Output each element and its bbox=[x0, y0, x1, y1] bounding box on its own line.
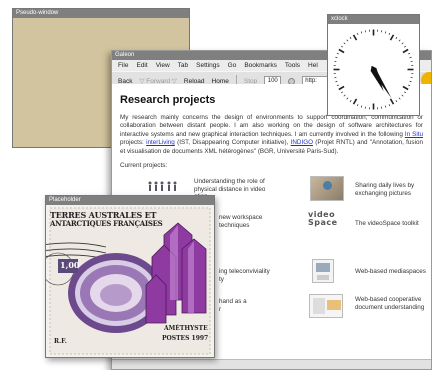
clock-minute-tick bbox=[340, 91, 343, 94]
clock-minute-tick bbox=[395, 100, 398, 103]
cooperative-doc-thumbnail[interactable] bbox=[309, 294, 343, 318]
project-right-2[interactable]: The videoSpace toolkit bbox=[355, 220, 430, 228]
clock-face bbox=[333, 29, 414, 110]
project-right-4[interactable]: Web-based cooperative document understan… bbox=[355, 296, 432, 311]
project-left-4[interactable]: hand as a r bbox=[219, 298, 289, 313]
project-left-2-text-b: techniques bbox=[219, 221, 250, 229]
clock-minute-tick bbox=[401, 94, 404, 97]
xclock-window[interactable]: xclock bbox=[327, 14, 420, 116]
clock-hour-tick bbox=[402, 85, 409, 91]
clock-minute-tick bbox=[346, 39, 349, 42]
clock-minute-tick bbox=[349, 100, 352, 103]
videospace-logo[interactable]: video Space bbox=[308, 211, 344, 227]
project-left-3-text-b: ty bbox=[219, 275, 224, 283]
clock-minute-tick bbox=[336, 84, 339, 87]
clock-minute-tick bbox=[388, 32, 391, 35]
placeholder-window[interactable]: Placeholder TERRES AUSTRALES ET ANTARCTI… bbox=[45, 195, 215, 358]
clock-minute-tick bbox=[398, 97, 401, 100]
project-left-2-text: new workspace bbox=[219, 214, 263, 221]
project-left-2[interactable]: new workspace techniques bbox=[219, 214, 289, 229]
project-right-1[interactable]: Sharing daily lives by exchanging pictur… bbox=[355, 182, 430, 197]
project-right-3[interactable]: Web-based mediaspaces bbox=[355, 268, 430, 276]
clock-minute-tick bbox=[360, 105, 363, 108]
project-left-1-text: Understanding the role of physical dista… bbox=[194, 178, 266, 193]
link-insitu[interactable]: In Situ bbox=[405, 131, 423, 138]
clock-minute-tick bbox=[340, 45, 343, 48]
intro-text-2: projects: bbox=[120, 139, 147, 147]
intro-text-3: (IST, Disappearing Computer initiative), bbox=[174, 139, 291, 147]
doc-page bbox=[313, 298, 325, 314]
link-indigo[interactable]: INDIGO bbox=[291, 139, 313, 146]
clock-minute-tick bbox=[384, 105, 387, 108]
clock-minute-tick bbox=[349, 36, 352, 39]
clock-hour-tick bbox=[389, 34, 395, 41]
clock-minute-tick bbox=[408, 84, 411, 87]
sharing-photo-thumbnail[interactable] bbox=[310, 176, 344, 201]
clock-minute-tick bbox=[384, 31, 387, 34]
stamp-postes: POSTES 1997 bbox=[162, 335, 209, 342]
stamp-title-2: ANTARCTIQUES FRANÇAISES bbox=[50, 219, 163, 228]
project-left-4-text: hand as a bbox=[219, 298, 247, 305]
clock-minute-tick bbox=[343, 42, 346, 45]
project-left-3[interactable]: ing teleconviviality ty bbox=[219, 268, 299, 283]
clock-hour-hand bbox=[370, 65, 384, 92]
mediaspace-thumbnail[interactable] bbox=[312, 259, 334, 283]
menu-tab[interactable]: Tab bbox=[178, 62, 188, 69]
clock-hour-tick bbox=[389, 98, 395, 105]
menu-bookmarks[interactable]: Bookmarks bbox=[244, 62, 277, 69]
menu-edit[interactable]: Edit bbox=[136, 62, 147, 69]
mediaspace-window bbox=[317, 275, 329, 280]
clock-minute-tick bbox=[356, 32, 359, 35]
menu-file[interactable]: File bbox=[118, 62, 128, 69]
mediaspace-screen bbox=[316, 263, 330, 272]
clock-minute-tick bbox=[395, 36, 398, 39]
clock-minute-tick bbox=[335, 80, 338, 83]
distance-figures-icon bbox=[148, 181, 177, 191]
placeholder-titlebar[interactable]: Placeholder bbox=[46, 196, 214, 205]
intro-paragraph: My research mainly concerns the design o… bbox=[120, 114, 423, 156]
project-left-3-text: ing teleconviviality bbox=[219, 268, 270, 275]
stamp-mineral: AMÉTHYSTE bbox=[164, 325, 208, 332]
menu-go[interactable]: Go bbox=[228, 62, 237, 69]
clock-minute-tick bbox=[356, 104, 359, 107]
current-projects-label: Current projects: bbox=[120, 162, 168, 170]
clock-minute-tick bbox=[336, 52, 339, 55]
clock-minute-tick bbox=[404, 91, 407, 94]
doc-annotation bbox=[327, 300, 341, 310]
status-bar bbox=[112, 359, 431, 369]
clock-minute-tick bbox=[401, 42, 404, 45]
clock-hour-tick bbox=[402, 48, 409, 54]
menu-settings[interactable]: Settings bbox=[196, 62, 220, 69]
menu-view[interactable]: View bbox=[156, 62, 170, 69]
clock-hour-tick bbox=[352, 98, 358, 105]
clock-hour-tick bbox=[352, 34, 358, 41]
clock-minute-tick bbox=[408, 52, 411, 55]
clock-minute-tick bbox=[398, 39, 401, 42]
clock-minute-tick bbox=[409, 80, 412, 83]
link-interliving[interactable]: interLiving bbox=[146, 139, 175, 146]
clock-minute-tick bbox=[360, 31, 363, 34]
menu-help[interactable]: Hel bbox=[308, 62, 318, 69]
clock-minute-tick bbox=[335, 56, 338, 59]
stamp-rf: R.F. bbox=[54, 338, 67, 345]
clock-minute-tick bbox=[346, 97, 349, 100]
clock-minute-tick bbox=[404, 45, 407, 48]
clock-hour-tick bbox=[338, 48, 345, 54]
clock-minute-tick bbox=[343, 94, 346, 97]
clock-hour-tick bbox=[338, 85, 345, 91]
clock-minute-tick bbox=[388, 104, 391, 107]
clock-minute-tick bbox=[409, 56, 412, 59]
photo-figure bbox=[323, 181, 332, 190]
intro-text-1: My research mainly concerns the design o… bbox=[120, 114, 423, 138]
xclock-titlebar[interactable]: xclock bbox=[328, 15, 419, 24]
pseudo-window-titlebar[interactable]: Pseudo-window bbox=[13, 9, 189, 18]
project-left-4-text-b: r bbox=[219, 305, 222, 313]
stamp-value: 1,00 bbox=[60, 260, 80, 270]
menu-tools[interactable]: Tools bbox=[285, 62, 300, 69]
